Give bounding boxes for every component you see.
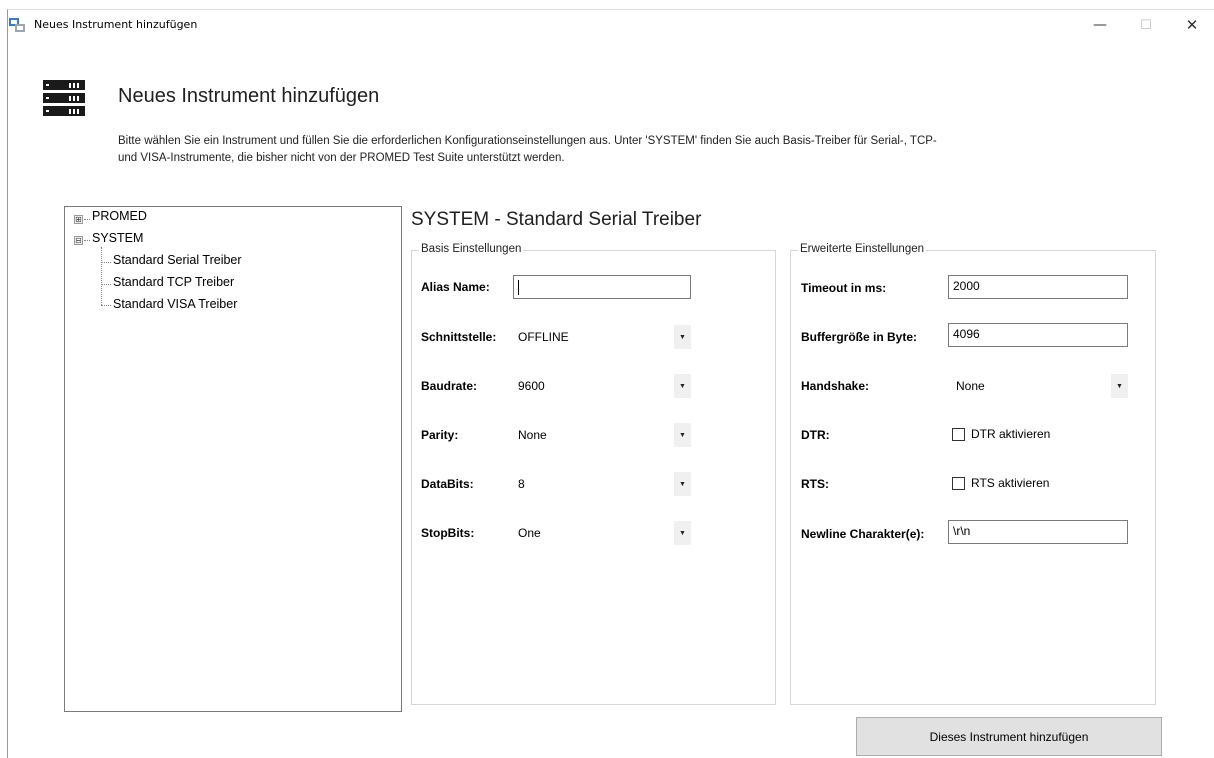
- checkbox-icon[interactable]: [952, 427, 965, 441]
- chevron-down-icon[interactable]: ▼: [674, 325, 691, 349]
- databits-select[interactable]: 8 ▼: [513, 472, 691, 496]
- tree-item-visa[interactable]: Standard VISA Treiber: [113, 297, 237, 311]
- baudrate-select[interactable]: 9600 ▼: [513, 374, 691, 398]
- alias-label: Alias Name:: [421, 280, 490, 294]
- stopbits-label: StopBits:: [421, 526, 475, 540]
- collapse-icon[interactable]: ⊟: [74, 236, 83, 245]
- tree-connector: [101, 262, 111, 263]
- handshake-label: Handshake:: [801, 379, 870, 393]
- maximize-icon: ☐: [1140, 17, 1152, 33]
- schnittstelle-label: Schnittstelle:: [421, 330, 497, 344]
- maximize-button[interactable]: ☐: [1123, 10, 1169, 40]
- rts-label: RTS:: [801, 477, 829, 491]
- text-caret: [518, 280, 519, 295]
- tree-node-system[interactable]: SYSTEM: [92, 231, 143, 245]
- tree-connector: [101, 284, 111, 285]
- buffer-input[interactable]: 4096: [948, 323, 1128, 347]
- advanced-settings-legend: Erweiterte Einstellungen: [798, 243, 927, 255]
- expand-icon[interactable]: ⊞: [74, 215, 83, 224]
- tree-item-serial[interactable]: Standard Serial Treiber: [113, 253, 242, 267]
- tree-item-tcp[interactable]: Standard TCP Treiber: [113, 275, 234, 289]
- basis-settings-legend: Basis Einstellungen: [419, 243, 524, 255]
- tree-node-promed[interactable]: PROMED: [92, 209, 147, 223]
- server-rack-icon: [43, 80, 85, 116]
- timeout-input[interactable]: 2000: [948, 275, 1128, 299]
- stopbits-value: One: [518, 526, 541, 540]
- schnittstelle-value: OFFLINE: [518, 330, 569, 344]
- page-title: Neues Instrument hinzufügen: [118, 85, 380, 107]
- dtr-checkbox[interactable]: DTR aktivieren: [952, 427, 1050, 441]
- rts-checkbox-label: RTS aktivieren: [971, 476, 1050, 490]
- buffer-label: Buffergröße in Byte:: [801, 330, 918, 344]
- parity-label: Parity:: [421, 428, 459, 442]
- checkbox-icon[interactable]: [952, 476, 965, 490]
- page-description: Bitte wählen Sie ein Instrument und füll…: [118, 135, 937, 164]
- parity-select[interactable]: None ▼: [513, 423, 691, 447]
- tree-connector: [84, 219, 90, 220]
- tree-connector: [84, 240, 90, 241]
- minimize-icon: —: [1093, 17, 1107, 33]
- minimize-button[interactable]: —: [1077, 10, 1123, 40]
- newline-label: Newline Charakter(e):: [801, 527, 925, 541]
- chevron-down-icon[interactable]: ▼: [674, 374, 691, 398]
- driver-title: SYSTEM - Standard Serial Treiber: [411, 209, 702, 230]
- close-icon: ✕: [1185, 16, 1199, 34]
- databits-label: DataBits:: [421, 477, 474, 491]
- window-title: Neues Instrument hinzufügen: [34, 18, 198, 31]
- baudrate-label: Baudrate:: [421, 379, 478, 393]
- newline-input[interactable]: \r\n: [948, 520, 1128, 544]
- dtr-checkbox-label: DTR aktivieren: [971, 427, 1051, 441]
- close-button[interactable]: ✕: [1169, 10, 1214, 40]
- parity-value: None: [518, 428, 547, 442]
- dtr-label: DTR:: [801, 428, 830, 442]
- stopbits-select[interactable]: One ▼: [513, 521, 691, 545]
- handshake-value: None: [956, 379, 985, 393]
- handshake-select[interactable]: None ▼: [951, 374, 1128, 398]
- chevron-down-icon[interactable]: ▼: [1111, 374, 1128, 398]
- tree-connector: [101, 247, 102, 305]
- chevron-down-icon[interactable]: ▼: [674, 472, 691, 496]
- databits-value: 8: [518, 477, 525, 491]
- baudrate-value: 9600: [518, 379, 545, 393]
- app-icon: [9, 18, 25, 32]
- instrument-tree[interactable]: ⊞ PROMED ⊟ SYSTEM Standard Serial Treibe…: [64, 206, 402, 712]
- chevron-down-icon[interactable]: ▼: [674, 423, 691, 447]
- add-instrument-button[interactable]: Dieses Instrument hinzufügen: [856, 717, 1162, 756]
- rts-checkbox[interactable]: RTS aktivieren: [952, 476, 1049, 490]
- alias-input[interactable]: [513, 275, 691, 299]
- chevron-down-icon[interactable]: ▼: [674, 521, 691, 545]
- schnittstelle-select[interactable]: OFFLINE ▼: [513, 325, 691, 349]
- timeout-label: Timeout in ms:: [801, 281, 887, 295]
- tree-connector: [101, 305, 111, 306]
